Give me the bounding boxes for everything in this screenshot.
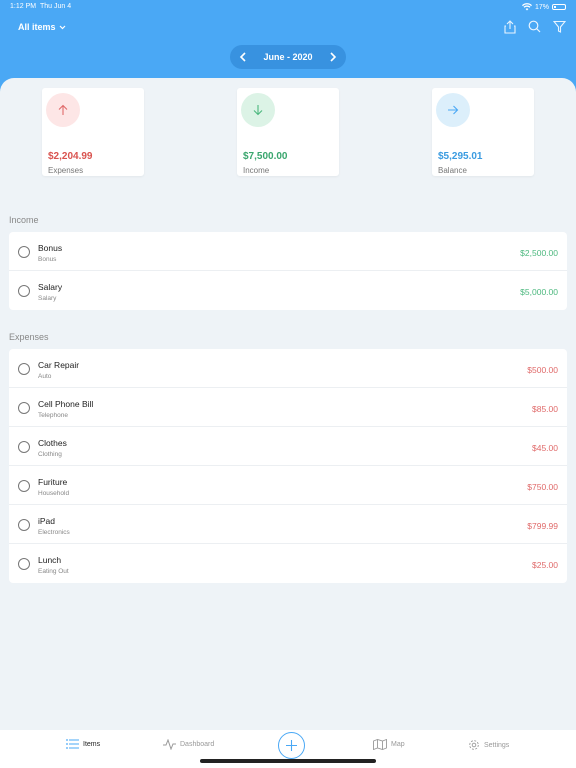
income-label: Income — [243, 166, 270, 175]
map-icon — [373, 739, 387, 750]
balance-label: Balance — [438, 166, 467, 175]
status-time: 1:12 PM — [10, 3, 37, 10]
expenses-amount: $2,204.99 — [48, 151, 93, 162]
plus-icon — [286, 740, 297, 751]
income-amount: $7,500.00 — [243, 151, 288, 162]
item-name: iPad — [38, 516, 56, 526]
add-item-button[interactable] — [278, 732, 305, 759]
month-label: June - 2020 — [263, 52, 313, 62]
arrow-up-icon — [58, 104, 68, 115]
item-checkbox[interactable] — [18, 402, 30, 414]
expenses-card[interactable]: $2,204.99 Expenses — [42, 88, 144, 176]
list-item[interactable]: Bonus Bonus $2,500.00 — [9, 232, 567, 271]
list-item[interactable]: iPad Electronics $799.99 — [9, 505, 567, 544]
item-checkbox[interactable] — [18, 558, 30, 570]
income-card[interactable]: $7,500.00 Income — [237, 88, 339, 176]
item-checkbox[interactable] — [18, 519, 30, 531]
share-icon[interactable] — [504, 20, 516, 34]
filter-icon[interactable] — [553, 20, 566, 33]
content-area: $2,204.99 Expenses $7,500.00 Income $5,2… — [0, 78, 576, 768]
battery-icon — [552, 4, 566, 10]
item-checkbox[interactable] — [18, 480, 30, 492]
list-item[interactable]: Clothes Clothing $45.00 — [9, 427, 567, 466]
item-category: Household — [38, 490, 70, 497]
item-name: Car Repair — [38, 360, 80, 370]
item-category: Salary — [38, 295, 57, 302]
item-checkbox[interactable] — [18, 285, 30, 297]
expenses-section-title: Expenses — [9, 332, 49, 342]
chevron-left-icon[interactable] — [238, 51, 248, 63]
tab-items[interactable]: Items — [66, 739, 100, 749]
header-actions — [504, 20, 566, 34]
item-checkbox[interactable] — [18, 246, 30, 258]
gear-icon — [469, 740, 479, 750]
item-checkbox[interactable] — [18, 441, 30, 453]
item-category: Eating Out — [38, 568, 69, 575]
balance-amount: $5,295.01 — [438, 151, 483, 162]
status-right: 17% — [521, 3, 566, 11]
tab-settings[interactable]: Settings — [468, 739, 509, 751]
tab-dashboard-label: Dashboard — [180, 741, 215, 748]
tab-map[interactable]: Map — [373, 739, 405, 750]
item-amount: $5,000.00 — [520, 287, 558, 297]
item-category: Telephone — [38, 412, 68, 419]
wifi-icon — [521, 3, 532, 11]
activity-icon — [163, 739, 176, 750]
expenses-list: Car Repair Auto $500.00 Cell Phone Bill … — [9, 349, 567, 583]
item-amount: $799.99 — [527, 521, 558, 531]
arrow-down-icon — [253, 105, 263, 116]
item-amount: $750.00 — [527, 482, 558, 492]
item-category: Auto — [38, 373, 52, 380]
battery-percent: 17% — [534, 3, 549, 11]
income-section-title: Income — [9, 215, 39, 225]
status-bar: 1:12 PM Thu Jun 4 17% — [10, 3, 566, 15]
arrow-right-icon — [448, 105, 459, 115]
list-item[interactable]: Cell Phone Bill Telephone $85.00 — [9, 388, 567, 427]
item-amount: $25.00 — [532, 560, 558, 570]
list-item[interactable]: Furiture Household $750.00 — [9, 466, 567, 505]
list-item[interactable]: Salary Salary $5,000.00 — [9, 271, 567, 310]
income-icon-circle — [241, 93, 275, 127]
item-category: Bonus — [38, 256, 57, 263]
item-name: Bonus — [38, 243, 63, 253]
tab-map-label: Map — [391, 741, 405, 748]
tab-settings-label: Settings — [484, 741, 510, 749]
chevron-down-icon — [59, 25, 65, 29]
item-name: Salary — [38, 282, 63, 292]
tab-dashboard[interactable]: Dashboard — [163, 739, 214, 750]
filter-dropdown[interactable]: All items — [18, 22, 66, 32]
item-amount: $45.00 — [532, 443, 558, 453]
item-checkbox[interactable] — [18, 363, 30, 375]
item-name: Clothes — [38, 438, 67, 448]
item-amount: $500.00 — [527, 365, 558, 375]
item-category: Electronics — [38, 529, 70, 536]
month-selector: June - 2020 — [230, 45, 346, 69]
item-name: Lunch — [38, 555, 62, 565]
item-name: Cell Phone Bill — [38, 399, 94, 409]
item-amount: $2,500.00 — [520, 248, 558, 258]
chevron-right-icon[interactable] — [328, 51, 338, 63]
expenses-label: Expenses — [48, 166, 84, 175]
search-icon[interactable] — [528, 20, 541, 33]
balance-card[interactable]: $5,295.01 Balance — [432, 88, 534, 176]
expenses-icon-circle — [46, 93, 80, 127]
income-list: Bonus Bonus $2,500.00 Salary Salary $5,0… — [9, 232, 567, 310]
home-indicator — [200, 759, 376, 763]
item-category: Clothing — [38, 451, 62, 458]
item-name: Furiture — [38, 477, 68, 487]
filter-label: All items — [18, 22, 56, 32]
list-item[interactable]: Car Repair Auto $500.00 — [9, 349, 567, 388]
list-icon — [66, 739, 79, 749]
list-item[interactable]: Lunch Eating Out $25.00 — [9, 544, 567, 583]
item-amount: $85.00 — [532, 404, 558, 414]
tab-items-label: Items — [83, 740, 101, 748]
balance-icon-circle — [436, 93, 470, 127]
status-date: Thu Jun 4 — [40, 3, 72, 10]
